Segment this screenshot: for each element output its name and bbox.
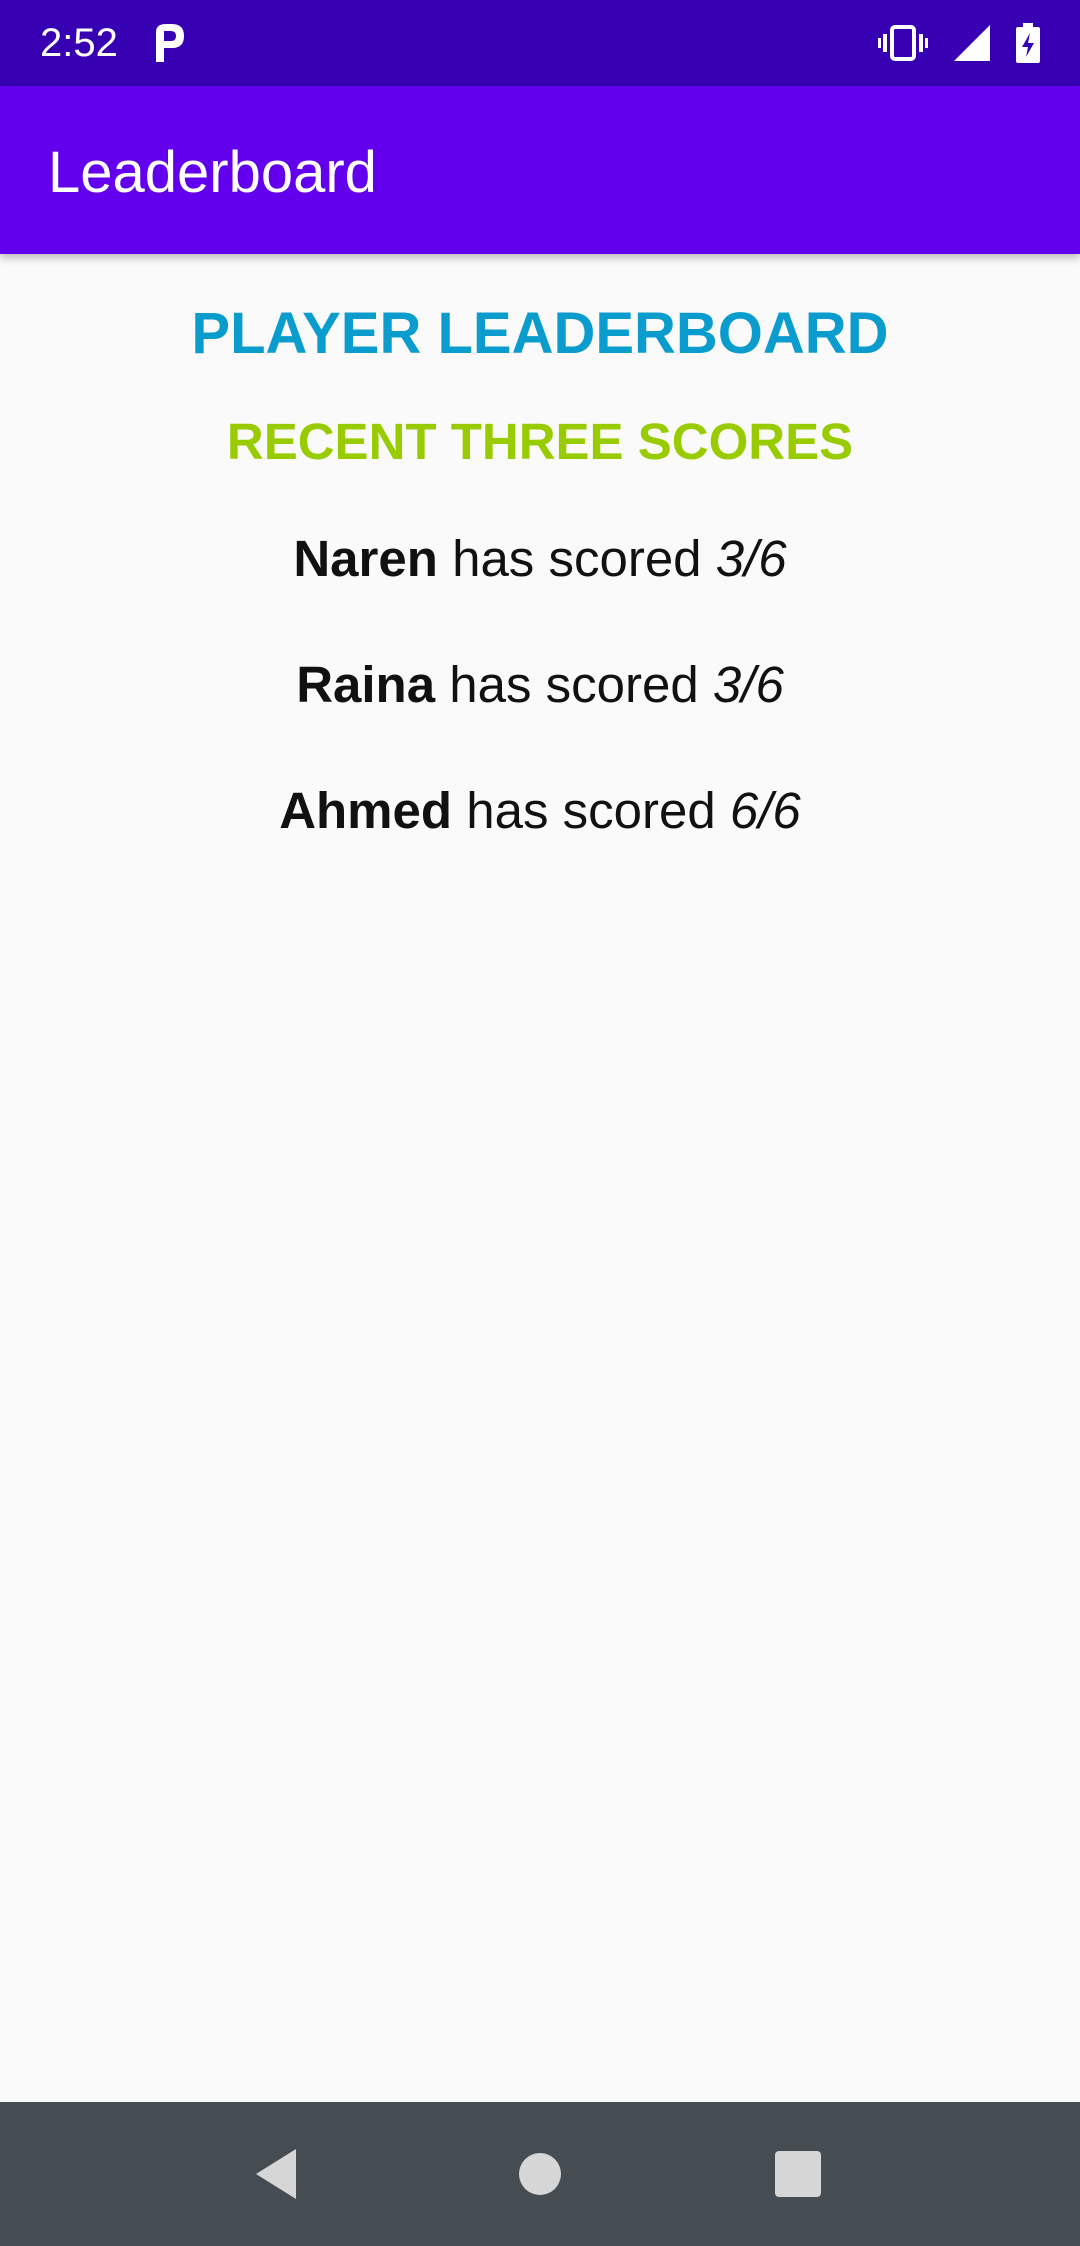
- score-phrase: has scored: [466, 782, 716, 839]
- player-name: Naren: [293, 530, 438, 587]
- home-button[interactable]: [504, 2138, 576, 2210]
- recents-icon: [775, 2151, 821, 2197]
- app-bar: Leaderboard: [0, 86, 1080, 254]
- status-time: 2:52: [40, 21, 118, 65]
- score-row: Ahmed has scored 6/6: [0, 782, 1080, 840]
- score-row: Naren has scored 3/6: [0, 530, 1080, 588]
- status-icons: [878, 20, 1040, 66]
- player-score: 3/6: [715, 530, 787, 587]
- back-icon: [256, 2149, 296, 2199]
- player-score: 6/6: [729, 782, 801, 839]
- score-phrase: has scored: [449, 656, 699, 713]
- back-button[interactable]: [240, 2138, 312, 2210]
- p-app-icon: [156, 24, 184, 62]
- signal-icon: [954, 25, 990, 61]
- navigation-bar: [0, 2102, 1080, 2246]
- score-row: Raina has scored 3/6: [0, 656, 1080, 714]
- battery-charging-icon: [1016, 23, 1040, 63]
- player-name: Raina: [296, 656, 436, 713]
- score-phrase: has scored: [452, 530, 702, 587]
- player-score: 3/6: [712, 656, 784, 713]
- vibrate-icon: [878, 25, 928, 61]
- leaderboard-heading: PLAYER LEADERBOARD: [191, 301, 889, 366]
- recent-scores-subheading: RECENT THREE SCORES: [226, 413, 854, 470]
- recents-button[interactable]: [762, 2138, 834, 2210]
- player-name: Ahmed: [279, 782, 453, 839]
- status-bar: 2:52: [0, 0, 1080, 86]
- home-icon: [519, 2153, 561, 2195]
- screen: 2:52 Leaderboard PLAYER LEADERBOARD RECE…: [0, 0, 1080, 2246]
- app-title: Leaderboard: [48, 140, 377, 205]
